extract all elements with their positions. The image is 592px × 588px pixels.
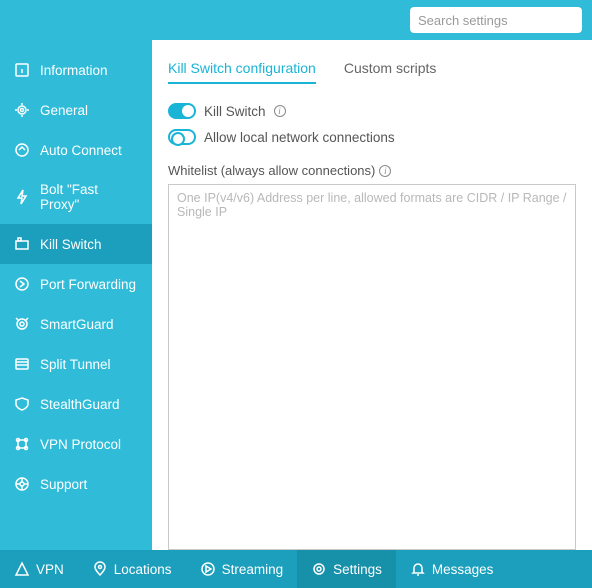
- vpn-icon: [14, 561, 30, 577]
- bottombar-messages[interactable]: Messages: [396, 550, 508, 588]
- support-icon: [14, 476, 30, 492]
- sidebar-item-kill-switch[interactable]: Kill Switch: [0, 224, 152, 264]
- sidebar-item-stealthguard[interactable]: StealthGuard: [0, 384, 152, 424]
- bottombar-label: Settings: [333, 562, 382, 577]
- gear-icon: [311, 561, 327, 577]
- sidebar-item-label: Kill Switch: [40, 237, 102, 252]
- sidebar-item-label: Information: [40, 63, 108, 78]
- sidebar-item-label: VPN Protocol: [40, 437, 121, 452]
- port-forwarding-icon: [14, 276, 30, 292]
- bottombar-label: Locations: [114, 562, 172, 577]
- sidebar-item-smartguard[interactable]: SmartGuard: [0, 304, 152, 344]
- protocol-icon: [14, 436, 30, 452]
- sidebar-item-port-forwarding[interactable]: Port Forwarding: [0, 264, 152, 304]
- sidebar-item-label: Support: [40, 477, 87, 492]
- location-icon: [92, 561, 108, 577]
- option-allow-local: Allow local network connections: [168, 129, 576, 145]
- sidebar-item-bolt[interactable]: Bolt "Fast Proxy": [0, 170, 152, 224]
- bottombar-vpn[interactable]: VPN: [0, 550, 78, 588]
- info-icon[interactable]: i: [274, 105, 286, 117]
- bottombar-label: VPN: [36, 562, 64, 577]
- tab-bar: Kill Switch configuration Custom scripts: [168, 60, 576, 85]
- search-input[interactable]: [410, 7, 582, 33]
- sidebar-item-label: General: [40, 103, 88, 118]
- play-icon: [200, 561, 216, 577]
- bottombar-locations[interactable]: Locations: [78, 550, 186, 588]
- auto-connect-icon: [14, 142, 30, 158]
- sidebar-item-auto-connect[interactable]: Auto Connect: [0, 130, 152, 170]
- option-kill-switch: Kill Switch i: [168, 103, 576, 119]
- options-group: Kill Switch i Allow local network connec…: [168, 103, 576, 145]
- app-root: Information General Auto Connect Bolt "F…: [0, 0, 592, 588]
- top-left-spacer: [0, 0, 152, 40]
- top-row: [0, 0, 592, 40]
- sidebar-item-label: SmartGuard: [40, 317, 114, 332]
- tab-custom-scripts[interactable]: Custom scripts: [344, 60, 437, 84]
- kill-switch-icon: [14, 236, 30, 252]
- sidebar-item-general[interactable]: General: [0, 90, 152, 130]
- content-pane: Kill Switch configuration Custom scripts…: [152, 40, 592, 550]
- sidebar-item-label: Bolt "Fast Proxy": [40, 182, 138, 212]
- whitelist-textarea[interactable]: One IP(v4/v6) Address per line, allowed …: [168, 184, 576, 550]
- sidebar-item-label: Port Forwarding: [40, 277, 136, 292]
- search-wrapper: [152, 0, 592, 40]
- sidebar-item-support[interactable]: Support: [0, 464, 152, 504]
- split-tunnel-icon: [14, 356, 30, 372]
- info-icon: [14, 62, 30, 78]
- sidebar-item-label: Auto Connect: [40, 143, 122, 158]
- kill-switch-toggle[interactable]: [168, 103, 196, 119]
- kill-switch-label: Kill Switch: [204, 104, 266, 119]
- bottombar-streaming[interactable]: Streaming: [186, 550, 298, 588]
- whitelist-label: Whitelist (always allow connections): [168, 163, 375, 178]
- smartguard-icon: [14, 316, 30, 332]
- middle-row: Information General Auto Connect Bolt "F…: [0, 40, 592, 550]
- bottombar-label: Messages: [432, 562, 494, 577]
- info-icon[interactable]: i: [379, 165, 391, 177]
- gear-icon: [14, 102, 30, 118]
- bottombar-settings[interactable]: Settings: [297, 550, 396, 588]
- sidebar-item-label: Split Tunnel: [40, 357, 111, 372]
- bolt-icon: [14, 189, 30, 205]
- allow-local-label: Allow local network connections: [204, 130, 395, 145]
- tab-kill-switch-config[interactable]: Kill Switch configuration: [168, 60, 316, 84]
- sidebar-item-information[interactable]: Information: [0, 50, 152, 90]
- sidebar-item-split-tunnel[interactable]: Split Tunnel: [0, 344, 152, 384]
- allow-local-toggle[interactable]: [168, 129, 196, 145]
- sidebar-item-vpn-protocol[interactable]: VPN Protocol: [0, 424, 152, 464]
- bottombar-label: Streaming: [222, 562, 284, 577]
- whitelist-label-row: Whitelist (always allow connections) i: [168, 163, 576, 178]
- shield-icon: [14, 396, 30, 412]
- sidebar: Information General Auto Connect Bolt "F…: [0, 40, 152, 550]
- bell-icon: [410, 561, 426, 577]
- sidebar-item-label: StealthGuard: [40, 397, 120, 412]
- bottom-bar: VPN Locations Streaming Settings Message…: [0, 550, 592, 588]
